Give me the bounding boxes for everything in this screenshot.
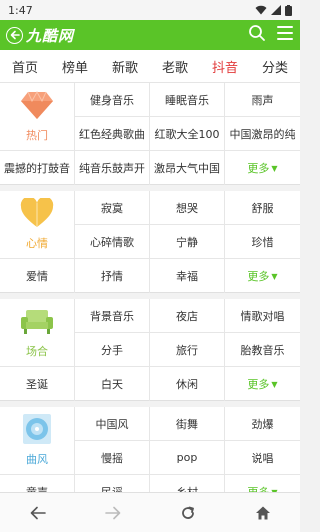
category-section: 心情 寂寞 想哭 舒服 心碎情歌 宁静 珍惜 爱情 抒情 幸福 更多 ▼ <box>0 191 300 293</box>
tag-link[interactable]: 心碎情歌 <box>75 225 150 259</box>
arrow-left-icon <box>30 506 46 519</box>
tag-link[interactable]: 慢摇 <box>75 441 150 475</box>
tag-link[interactable]: 爱情 <box>0 259 75 293</box>
tab-5[interactable]: 分类 <box>260 57 290 76</box>
back-nav-button[interactable] <box>18 498 58 528</box>
tag-link[interactable]: 珍惜 <box>225 225 300 259</box>
tag-link[interactable]: 说唱 <box>225 441 300 475</box>
more-button[interactable]: 更多▼ <box>225 475 300 492</box>
tag-link[interactable]: 震撼的打鼓音 <box>0 151 75 185</box>
tab-1[interactable]: 榜单 <box>60 57 90 76</box>
category-section: 场合 背景音乐 夜店 情歌对唱 分手 旅行 胎教音乐 圣诞 白天 休闲 更多 ▼ <box>0 299 300 401</box>
tab-3[interactable]: 老歌 <box>160 57 190 76</box>
menu-button[interactable] <box>276 25 294 45</box>
tag-link[interactable]: 想哭 <box>150 191 225 225</box>
menu-icon <box>277 26 293 40</box>
more-label: 更多 <box>247 484 269 492</box>
more-button[interactable]: 更多▼ <box>225 151 300 185</box>
tag-link[interactable]: 乡村 <box>150 475 225 492</box>
arrow-right-icon <box>104 506 120 519</box>
battery-icon <box>285 4 292 16</box>
tag-link[interactable]: 健身音乐 <box>75 83 150 117</box>
tag-link[interactable]: 劲爆 <box>225 407 300 441</box>
tag-link[interactable]: 胎教音乐 <box>225 333 300 367</box>
tag-link[interactable]: 红色经典歌曲 <box>75 117 150 151</box>
refresh-icon <box>181 506 194 519</box>
home-button[interactable] <box>243 498 283 528</box>
tab-0[interactable]: 首页 <box>10 57 40 76</box>
status-bar: 1:47 <box>0 0 300 20</box>
tag-link[interactable]: 分手 <box>75 333 150 367</box>
search-icon <box>249 25 265 41</box>
tag-link[interactable]: 舒服 <box>225 191 300 225</box>
app-bar: 九酷网 <box>0 20 300 50</box>
status-icons <box>255 4 292 16</box>
app-title: 九酷网 <box>26 26 75 45</box>
tag-link[interactable]: 夜店 <box>150 299 225 333</box>
home-icon <box>255 506 270 519</box>
tag-link[interactable]: 抒情 <box>75 259 150 293</box>
triangle-down-icon: ▼ <box>271 163 278 173</box>
tag-link[interactable]: 休闲 <box>150 367 225 401</box>
tag-link[interactable]: 中国激昂的纯 <box>225 117 300 151</box>
tag-link[interactable]: 情歌对唱 <box>225 299 300 333</box>
back-button[interactable] <box>6 26 23 44</box>
tag-link[interactable]: 背景音乐 <box>75 299 150 333</box>
tag-link[interactable]: 寂寞 <box>75 191 150 225</box>
tag-link[interactable]: 白天 <box>75 367 150 401</box>
tag-link[interactable]: 街舞 <box>150 407 225 441</box>
tag-link[interactable]: 圣诞 <box>0 367 75 401</box>
arrow-left-icon <box>10 30 20 40</box>
tag-link[interactable]: 睡眠音乐 <box>150 83 225 117</box>
refresh-button[interactable] <box>168 498 208 528</box>
app-bar-actions <box>248 24 294 46</box>
tag-link[interactable]: 宁静 <box>150 225 225 259</box>
more-button[interactable]: 更多▼ <box>225 259 300 293</box>
tag-link[interactable]: 红歌大全100 <box>150 117 225 151</box>
browser-toolbar <box>0 492 300 532</box>
category-section: 曲风中国风街舞劲爆慢摇pop说唱童声民谣乡村更多▼ <box>0 407 300 492</box>
tag-link[interactable]: 激昂大气中国 <box>150 151 225 185</box>
status-time: 1:47 <box>8 3 33 17</box>
tag-link[interactable]: 中国风 <box>75 407 150 441</box>
tag-link[interactable]: pop <box>150 441 225 475</box>
search-button[interactable] <box>248 24 266 46</box>
tag-link[interactable]: 童声 <box>0 475 75 492</box>
brand: 九酷网 <box>6 25 74 46</box>
nav-tabs: 首页 榜单 新歌 老歌 抖音 分类 <box>0 50 300 83</box>
tag-link[interactable]: 旅行 <box>150 333 225 367</box>
more-label: 更多 <box>247 162 270 175</box>
more-label: 更多 <box>247 270 270 283</box>
tag-link[interactable]: 民谣 <box>75 475 150 492</box>
category-section: 热门 健身音乐 睡眠音乐 雨声 红色经典歌曲 红歌大全100 中国激昂的纯 震撼的打鼓音 纯音乐… <box>0 83 300 185</box>
category-list: 热门 健身音乐 睡眠音乐 雨声 红色经典歌曲 红歌大全100 中国激昂的纯 震撼的打鼓音 纯音乐… <box>0 83 300 492</box>
more-label: 更多 <box>247 378 270 391</box>
wifi-icon <box>255 5 267 15</box>
tag-link[interactable]: 雨声 <box>225 83 300 117</box>
tag-link[interactable]: 纯音乐鼓声开 <box>75 151 150 185</box>
more-button[interactable]: 更多▼ <box>225 367 300 401</box>
triangle-down-icon: ▼ <box>271 379 278 389</box>
tab-2[interactable]: 新歌 <box>110 57 140 76</box>
tab-4[interactable]: 抖音 <box>210 57 240 76</box>
forward-nav-button[interactable] <box>93 498 133 528</box>
tag-link[interactable]: 幸福 <box>150 259 225 293</box>
triangle-down-icon: ▼ <box>271 271 278 281</box>
signal-icon <box>271 5 281 15</box>
